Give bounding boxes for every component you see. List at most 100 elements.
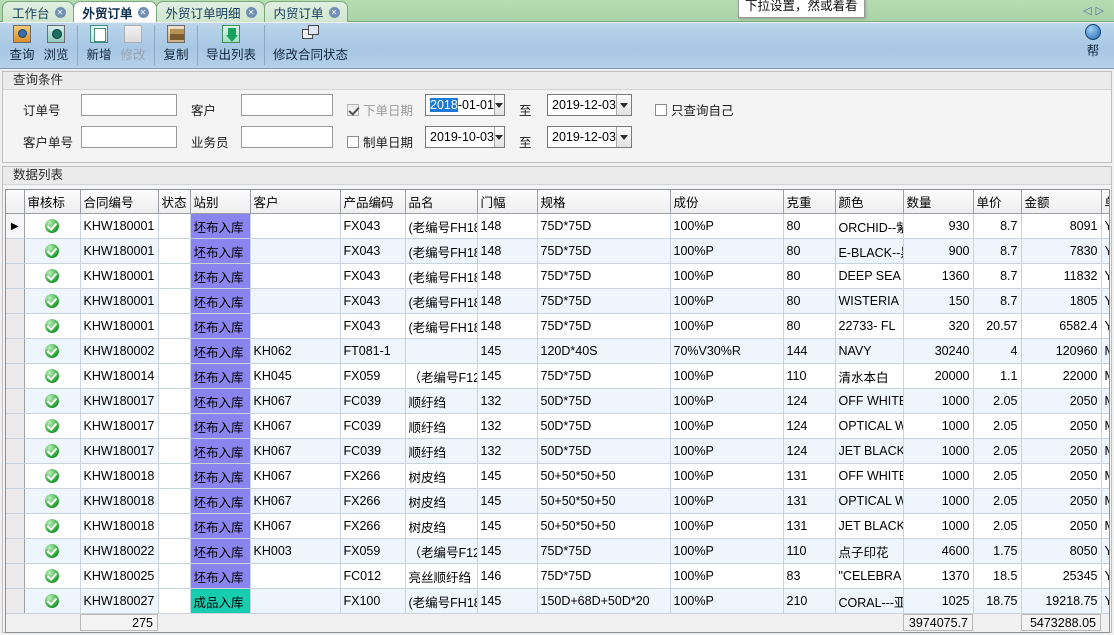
- cell-price: 18.75: [973, 588, 1022, 614]
- audit-status-cell: [24, 488, 81, 514]
- column-header-price[interactable]: 单价: [973, 190, 1022, 214]
- column-header-prodname[interactable]: 品名: [405, 190, 478, 214]
- tab-0[interactable]: 工作台 ✕: [2, 1, 74, 22]
- make-date-from-picker[interactable]: 2019-10-03: [425, 126, 505, 148]
- column-header-qty[interactable]: 数量: [903, 190, 974, 214]
- row-selector[interactable]: [6, 513, 25, 539]
- column-header-audit[interactable]: 审核标: [24, 190, 81, 214]
- table-row[interactable]: KHW180014 坯布入库 KH045 FX059 （老编号F12 145 75D*75D…: [6, 363, 1109, 389]
- row-selector[interactable]: [6, 238, 25, 264]
- row-selector[interactable]: [6, 388, 25, 414]
- data-grid[interactable]: 审核标合同编号状态站别客户产品编码品名门幅规格成份克重颜色数量单价金额单位下单 …: [5, 189, 1110, 630]
- column-header-sel[interactable]: [6, 190, 25, 214]
- make-date-to-dropdown[interactable]: [615, 127, 631, 147]
- column-header-spec[interactable]: 规格: [537, 190, 671, 214]
- cell-station: 成品入库: [190, 588, 251, 614]
- row-selector[interactable]: [6, 363, 25, 389]
- cell-unit: Y: [1101, 263, 1109, 289]
- table-row[interactable]: KHW180027 成品入库 FX100 (老编号FH18 145 150D+68D+50…: [6, 588, 1109, 614]
- column-header-compo[interactable]: 成份: [670, 190, 784, 214]
- table-row[interactable]: KHW180018 坯布入库 KH067 FX266 树皮绉 145 50+50*50+50…: [6, 488, 1109, 514]
- column-header-color[interactable]: 颜色: [835, 190, 904, 214]
- toolbar-button-1[interactable]: 浏览: [39, 23, 73, 63]
- column-header-unit[interactable]: 单位: [1101, 190, 1109, 214]
- column-header-amount[interactable]: 金额: [1021, 190, 1102, 214]
- row-selector[interactable]: [6, 563, 25, 589]
- cell-customer: [250, 263, 341, 289]
- column-header-label: 品名: [408, 196, 434, 210]
- row-selector[interactable]: [6, 463, 25, 489]
- order-date-to-dropdown[interactable]: [615, 95, 631, 115]
- column-header-prodcode[interactable]: 产品编码: [340, 190, 406, 214]
- make-date-checkbox[interactable]: 制单日期: [347, 132, 413, 151]
- cell-width: 132: [477, 413, 538, 439]
- order-date-from-picker[interactable]: 2018-01-01: [425, 94, 505, 116]
- row-selector[interactable]: [6, 588, 25, 614]
- tab-next-arrow[interactable]: ▷: [1096, 5, 1108, 17]
- column-header-contract[interactable]: 合同编号: [80, 190, 159, 214]
- customer-order-no-input[interactable]: [81, 126, 177, 148]
- toolbar-button-label: 导出列表: [206, 48, 257, 62]
- column-header-state[interactable]: 状态: [158, 190, 191, 214]
- row-selector[interactable]: [6, 313, 25, 339]
- table-row[interactable]: KHW180002 坯布入库 KH062 FT081-1 145 120D*40S 70%V…: [6, 338, 1109, 364]
- column-header-label: 单价: [976, 196, 1002, 210]
- order-date-from-dropdown[interactable]: [493, 95, 504, 115]
- table-row[interactable]: KHW180001 坯布入库 FX043 (老编号FH18 148 75D*75D 100%…: [6, 313, 1109, 339]
- audit-status-cell: [24, 288, 81, 314]
- table-row[interactable]: KHW180001 坯布入库 FX043 (老编号FH18 148 75D*75D 100%…: [6, 288, 1109, 314]
- table-row[interactable]: KHW180017 坯布入库 KH067 FC039 顺纡绉 132 50D*75D 100%…: [6, 413, 1109, 439]
- row-selector[interactable]: [6, 538, 25, 564]
- tab-scroll-arrows[interactable]: ◁▷: [1083, 4, 1108, 17]
- tab-close-icon[interactable]: ✕: [54, 6, 66, 18]
- row-selector[interactable]: [6, 438, 25, 464]
- make-date-to-picker[interactable]: 2019-12-03: [547, 126, 632, 148]
- order-date-to-picker[interactable]: 2019-12-03: [547, 94, 632, 116]
- tab-prev-arrow[interactable]: ◁: [1083, 5, 1095, 17]
- tab-close-icon[interactable]: ✕: [328, 6, 340, 18]
- table-row[interactable]: KHW180025 坯布入库 FC012 亮丝顺纡绉 146 75D*75D 100%P 83…: [6, 563, 1109, 589]
- toolbar-button-2[interactable]: 新增: [82, 23, 116, 63]
- help-button[interactable]: 帮: [1076, 24, 1110, 59]
- cell-unit: M: [1101, 363, 1109, 389]
- toolbar-button-5[interactable]: 导出列表: [202, 23, 260, 63]
- approved-check-icon: [45, 394, 59, 409]
- order-no-input[interactable]: [81, 94, 177, 116]
- cell-prodcode: FC039: [340, 438, 406, 464]
- table-row[interactable]: KHW180017 坯布入库 KH067 FC039 顺纡绉 132 50D*75D 100%…: [6, 388, 1109, 414]
- table-row[interactable]: ▶ KHW180001 坯布入库 FX043 (老编号FH18 148 75D*75D 100…: [6, 213, 1109, 239]
- tab-1[interactable]: 外贸订单 ✕: [72, 1, 157, 22]
- tab-close-icon[interactable]: ✕: [245, 6, 257, 18]
- column-header-gram[interactable]: 克重: [783, 190, 836, 214]
- column-header-customer[interactable]: 客户: [250, 190, 341, 214]
- table-row[interactable]: KHW180017 坯布入库 KH067 FC039 顺纡绉 132 50D*75D 100%…: [6, 438, 1109, 464]
- row-selector[interactable]: [6, 413, 25, 439]
- make-date-from-dropdown[interactable]: [493, 127, 504, 147]
- order-date-checkbox[interactable]: 下单日期: [347, 100, 413, 119]
- toolbar-button-0[interactable]: 查询: [5, 23, 39, 63]
- only-self-checkbox[interactable]: 只查询自己: [655, 100, 734, 119]
- table-row[interactable]: KHW180001 坯布入库 FX043 (老编号FH18 148 75D*75D 100%…: [6, 238, 1109, 264]
- cell-qty: 30240: [903, 338, 974, 364]
- table-row[interactable]: KHW180001 坯布入库 FX043 (老编号FH18 148 75D*75D 100%…: [6, 263, 1109, 289]
- tab-2[interactable]: 外贸订单明细 ✕: [155, 1, 265, 22]
- table-row[interactable]: KHW180018 坯布入库 KH067 FX266 树皮绉 145 50+50*50+50…: [6, 463, 1109, 489]
- cell-width: 145: [477, 488, 538, 514]
- salesman-input[interactable]: [241, 126, 333, 148]
- approved-check-icon: [45, 544, 59, 559]
- row-selector[interactable]: ▶: [6, 213, 25, 239]
- cell-prodname: 亮丝顺纡绉: [405, 563, 478, 589]
- tab-close-icon[interactable]: ✕: [137, 6, 149, 18]
- row-selector[interactable]: [6, 488, 25, 514]
- toolbar-button-6[interactable]: 修改合同状态: [269, 23, 352, 63]
- row-selector[interactable]: [6, 288, 25, 314]
- customer-input[interactable]: [241, 94, 333, 116]
- column-header-width[interactable]: 门幅: [477, 190, 538, 214]
- toolbar-button-4[interactable]: 复制: [159, 23, 193, 63]
- column-header-station[interactable]: 站别: [190, 190, 251, 214]
- tab-3[interactable]: 内贸订单 ✕: [263, 1, 348, 22]
- table-row[interactable]: KHW180018 坯布入库 KH067 FX266 树皮绉 145 50+50*50+50…: [6, 513, 1109, 539]
- row-selector[interactable]: [6, 263, 25, 289]
- table-row[interactable]: KHW180022 坯布入库 KH003 FX059 （老编号F12 145 75D*75D…: [6, 538, 1109, 564]
- row-selector[interactable]: [6, 338, 25, 364]
